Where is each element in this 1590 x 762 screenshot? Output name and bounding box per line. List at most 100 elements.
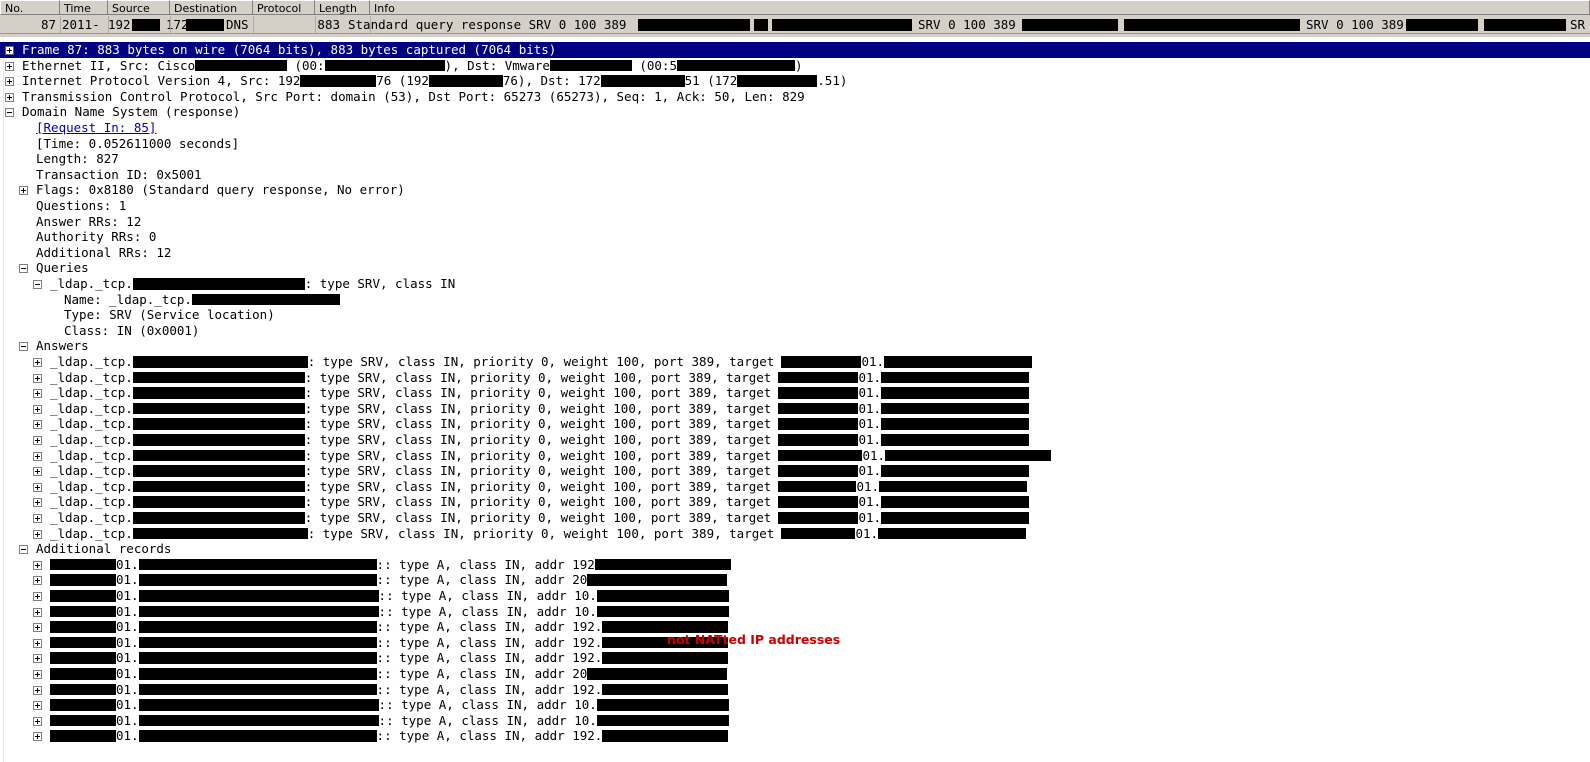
expand-icon[interactable] — [5, 61, 14, 71]
expand-icon[interactable] — [33, 420, 42, 430]
column-header-time[interactable]: Time — [60, 0, 108, 15]
expand-icon[interactable] — [33, 389, 42, 399]
expand-icon[interactable] — [33, 514, 42, 523]
answer-row-10[interactable]: _ldap._tcp.: type SRV, class IN, priorit… — [0, 510, 1590, 526]
tree-row-3[interactable]: Transmission Control Protocol, Src Port:… — [0, 89, 1590, 105]
column-header-destination[interactable]: Destination — [170, 0, 253, 15]
additional-record-row-9[interactable]: 01.:: type A, class IN, addr 10. — [0, 697, 1590, 713]
tree-row-15[interactable]: _ldap._tcp.: type SRV, class IN — [0, 276, 1590, 292]
collapse-icon[interactable] — [19, 545, 28, 555]
answer-row-2[interactable]: _ldap._tcp.: type SRV, class IN, priorit… — [0, 385, 1590, 401]
tree-row-16[interactable]: Name: _ldap._tcp. — [0, 292, 1590, 308]
column-header-source[interactable]: Source — [108, 0, 170, 15]
packet-cell-protocol[interactable]: DNS — [226, 16, 284, 33]
expand-icon[interactable] — [33, 670, 42, 679]
tree-row-2[interactable]: Internet Protocol Version 4, Src: 192 76 … — [0, 73, 1590, 89]
answer-row-7[interactable]: _ldap._tcp.: type SRV, class IN, priorit… — [0, 463, 1590, 479]
packet-cell-time[interactable]: 2011- — [62, 16, 110, 33]
packet-cell-info-1[interactable]: Standard query response SRV 0 100 389 — [348, 16, 658, 33]
expand-icon[interactable] — [33, 529, 42, 539]
answer-row-0[interactable]: _ldap._tcp.: type SRV, class IN, priorit… — [0, 354, 1590, 370]
column-separator[interactable] — [370, 16, 371, 33]
tree-row-13[interactable]: Additional RRs: 12 — [0, 245, 1590, 261]
tree-row-9[interactable]: Flags: 0x8180 (Standard query response, … — [0, 182, 1590, 198]
tree-row-10[interactable]: Questions: 1 — [0, 198, 1590, 214]
expand-icon[interactable] — [33, 482, 42, 492]
column-separator[interactable] — [60, 16, 61, 33]
expand-icon[interactable] — [33, 654, 42, 664]
tree-row-11[interactable]: Answer RRs: 12 — [0, 214, 1590, 230]
answer-row-6[interactable]: _ldap._tcp.: type SRV, class IN, priorit… — [0, 448, 1590, 464]
packet-list-row-selected[interactable]: 87 2011- 192. 172. DNS 883 Standard query resp… — [0, 16, 1590, 33]
expand-icon[interactable] — [33, 560, 42, 570]
expand-icon[interactable] — [5, 92, 14, 102]
expand-icon[interactable] — [33, 607, 42, 617]
additional-record-row-0[interactable]: 01.:: type A, class IN, addr 192 — [0, 557, 1590, 573]
column-separator[interactable] — [253, 16, 254, 33]
additional-record-row-11[interactable]: 01.:: type A, class IN, addr 192. — [0, 728, 1590, 744]
packet-list-pane[interactable]: No. Time Source Destination Protocol Length In… — [0, 0, 1590, 37]
answer-row-3[interactable]: _ldap._tcp.: type SRV, class IN, priorit… — [0, 401, 1590, 417]
tree-row-1[interactable]: Ethernet II, Src: Cisco (00:), Dst: Vmwa… — [0, 58, 1590, 74]
tree-row-18[interactable]: Class: IN (0x0001) — [0, 323, 1590, 339]
expand-icon[interactable] — [33, 373, 42, 383]
expand-icon[interactable] — [33, 404, 42, 414]
tree-row-19[interactable]: Answers — [0, 338, 1590, 354]
column-header-no[interactable]: No. — [0, 0, 60, 15]
additional-record-row-10[interactable]: 01.:: type A, class IN, addr 10. — [0, 713, 1590, 729]
column-header-length[interactable]: Length — [315, 0, 370, 15]
answer-row-11[interactable]: _ldap._tcp.: type SRV, class IN, priorit… — [0, 526, 1590, 542]
expand-icon[interactable] — [33, 685, 42, 695]
tree-row-14[interactable]: Queries — [0, 260, 1590, 276]
expand-icon[interactable] — [33, 436, 42, 445]
additional-record-row-6[interactable]: 01.:: type A, class IN, addr 192. — [0, 650, 1590, 666]
expand-icon[interactable] — [33, 716, 42, 726]
tree-row-0[interactable]: Frame 87: 883 bytes on wire (7064 bits),… — [0, 42, 1590, 58]
column-header-info[interactable]: Info — [370, 0, 1590, 15]
answer-row-5[interactable]: _ldap._tcp.: type SRV, class IN, priorit… — [0, 432, 1590, 448]
expand-icon[interactable] — [33, 732, 42, 742]
expand-icon[interactable] — [5, 46, 14, 55]
additional-record-row-1[interactable]: 01.:: type A, class IN, addr 20 — [0, 572, 1590, 588]
tree-row-17[interactable]: Type: SRV (Service location) — [0, 307, 1590, 323]
packet-cell-info-4[interactable]: SR — [1570, 16, 1590, 33]
tree-row-8[interactable]: Transaction ID: 0x5001 — [0, 167, 1590, 183]
tree-row-6[interactable]: [Time: 0.052611000 seconds] — [0, 136, 1590, 152]
collapse-icon[interactable] — [19, 264, 28, 274]
tree-row-4[interactable]: Domain Name System (response) — [0, 104, 1590, 120]
expand-icon[interactable] — [33, 498, 42, 508]
additional-record-row-8[interactable]: 01.:: type A, class IN, addr 192. — [0, 682, 1590, 698]
expand-icon[interactable] — [19, 186, 28, 196]
expand-icon[interactable] — [33, 701, 42, 711]
additional-records-header[interactable]: Additional records — [0, 541, 1590, 557]
column-separator[interactable] — [108, 16, 109, 33]
collapse-icon[interactable] — [33, 280, 42, 289]
answer-row-9[interactable]: _ldap._tcp.: type SRV, class IN, priorit… — [0, 494, 1590, 510]
additional-record-row-7[interactable]: 01.:: type A, class IN, addr 20 — [0, 666, 1590, 682]
expand-icon[interactable] — [33, 623, 42, 633]
collapse-icon[interactable] — [19, 342, 28, 352]
expand-icon[interactable] — [33, 576, 42, 586]
additional-record-row-3[interactable]: 01.:: type A, class IN, addr 10. — [0, 604, 1590, 620]
expand-icon[interactable] — [33, 467, 42, 477]
expand-icon[interactable] — [33, 592, 42, 601]
expand-icon[interactable] — [33, 358, 42, 367]
column-separator[interactable] — [315, 16, 316, 33]
answer-row-1[interactable]: _ldap._tcp.: type SRV, class IN, priorit… — [0, 370, 1590, 386]
expand-icon[interactable] — [33, 451, 42, 461]
additional-addr-redaction — [602, 621, 729, 633]
collapse-icon[interactable] — [5, 108, 14, 118]
tree-row-5[interactable]: [Request In: 85] — [0, 120, 1590, 136]
additional-record-row-2[interactable]: 01.:: type A, class IN, addr 10. — [0, 588, 1590, 604]
column-separator[interactable] — [170, 16, 171, 33]
expand-icon[interactable] — [33, 638, 42, 648]
packet-cell-length[interactable]: 883 — [286, 16, 340, 33]
answer-row-8[interactable]: _ldap._tcp.: type SRV, class IN, priorit… — [0, 479, 1590, 495]
tree-row-12[interactable]: Authority RRs: 0 — [0, 229, 1590, 245]
expand-icon[interactable] — [5, 77, 14, 87]
packet-detail-pane[interactable]: Frame 87: 883 bytes on wire (7064 bits),… — [0, 37, 1590, 762]
tree-row-7[interactable]: Length: 827 — [0, 151, 1590, 167]
packet-cell-no[interactable]: 87 — [0, 16, 56, 33]
column-header-protocol[interactable]: Protocol — [253, 0, 315, 15]
answer-row-4[interactable]: _ldap._tcp.: type SRV, class IN, priorit… — [0, 416, 1590, 432]
